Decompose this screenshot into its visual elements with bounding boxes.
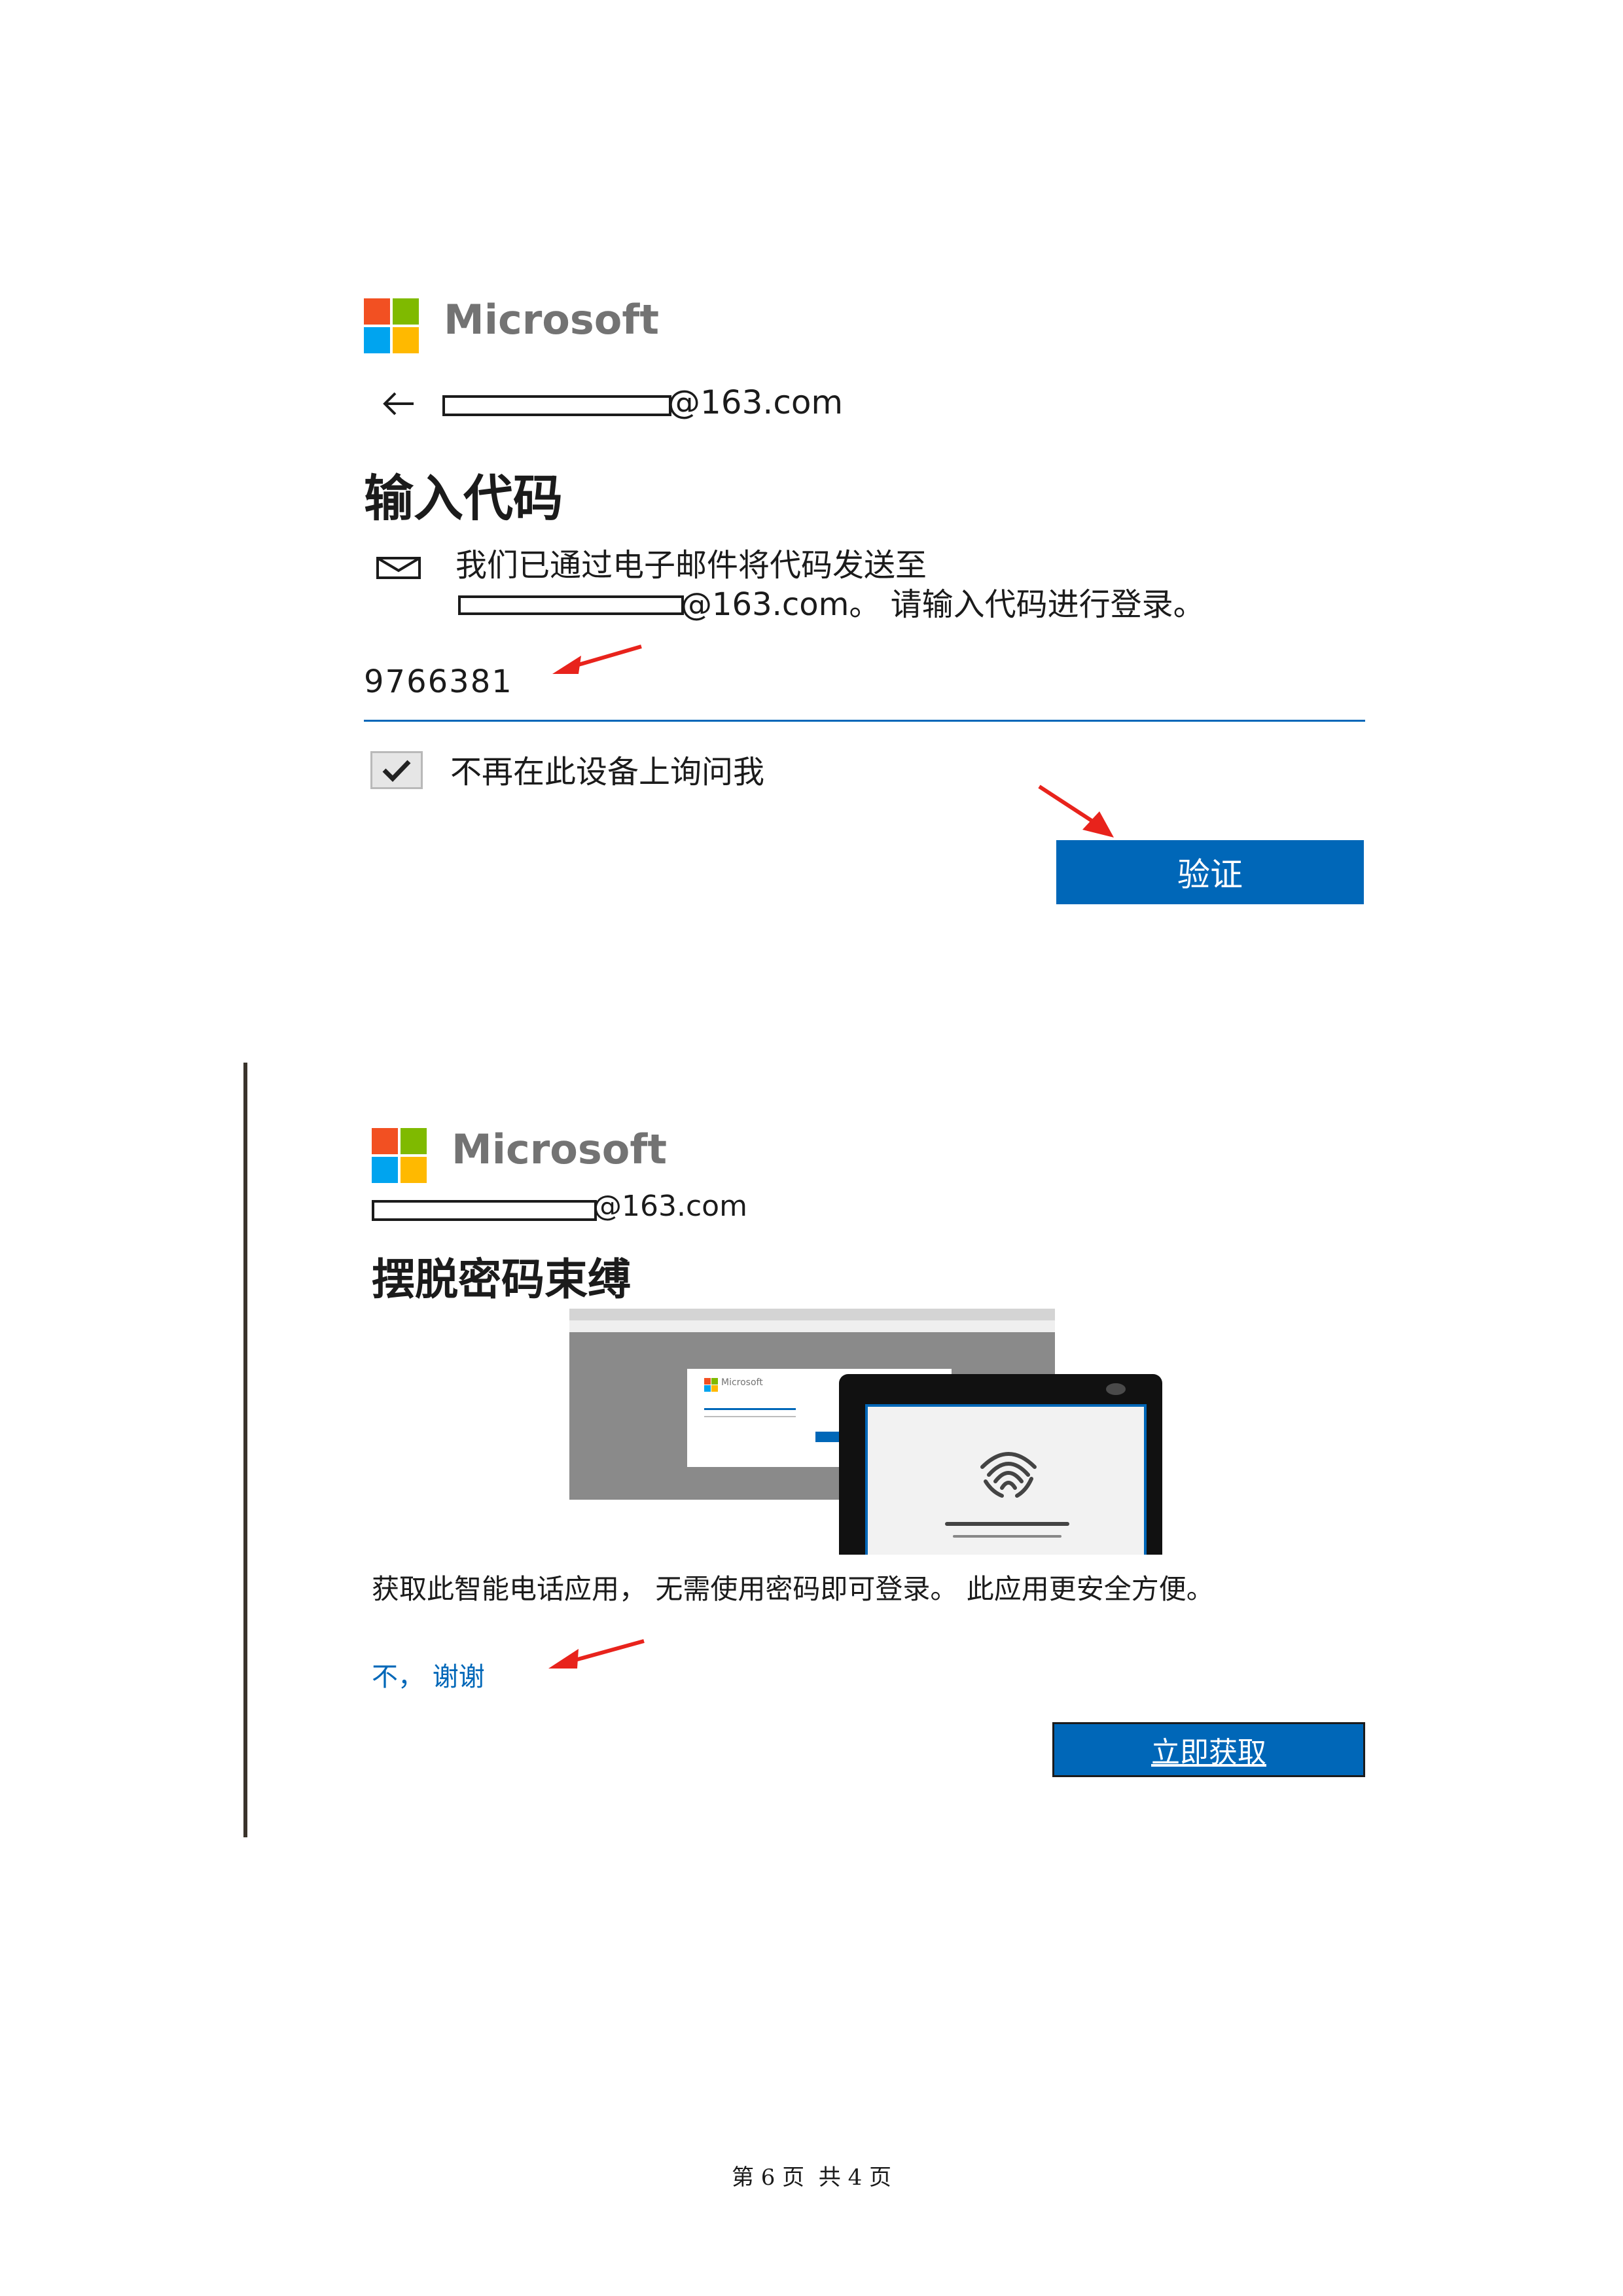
verify-button[interactable]: 验证 (1056, 840, 1364, 904)
scan-border-line (243, 1063, 247, 1837)
annotation-arrow-verify (1038, 785, 1114, 838)
no-thanks-link[interactable]: 不， 谢谢 (372, 1655, 485, 1693)
redacted-email-3 (372, 1200, 597, 1221)
annotation-arrow-code (552, 645, 642, 674)
get-now-label: 立即获取 (1151, 1736, 1266, 1769)
code-input[interactable]: 9766381 (364, 657, 1365, 722)
email-domain: @163.com (668, 383, 844, 421)
page-footer: 第 6 页 共 4 页 (731, 2164, 892, 2191)
brand-name: Microsoft (444, 296, 659, 344)
email-domain-2: @163.com (593, 1190, 747, 1223)
get-now-button[interactable]: 立即获取 (1052, 1722, 1365, 1777)
redacted-email (442, 395, 671, 416)
illustration-brand: Microsoft (721, 1377, 763, 1388)
checkbox-label: 不再在此设备上询问我 (450, 754, 765, 790)
illustration: Microsoft (569, 1309, 1171, 1557)
microsoft-logo-icon (364, 298, 419, 353)
message-line-1: 我们已通过电子邮件将代码发送至 (455, 547, 927, 584)
page-title-2: 摆脱密码束缚 (372, 1254, 631, 1305)
fingerprint-icon (980, 1452, 1037, 1498)
annotation-arrow-no-thanks (548, 1639, 645, 1669)
checkmark-icon (382, 760, 411, 782)
brand-name-2: Microsoft (452, 1125, 667, 1173)
phone-illustration (839, 1374, 1162, 1555)
redacted-email-2 (458, 595, 684, 615)
page-title: 输入代码 (364, 469, 563, 527)
promo-description: 获取此智能电话应用， 无需使用密码即可登录。 此应用更安全方便。 (372, 1573, 1214, 1605)
message-line-2: @163.com。 请输入代码进行登录。 (681, 586, 1205, 623)
dont-ask-checkbox[interactable] (370, 751, 423, 789)
microsoft-logo-icon-2 (372, 1128, 427, 1183)
code-value: 9766381 (364, 663, 513, 700)
back-arrow-icon[interactable] (378, 387, 418, 420)
mail-icon (376, 555, 421, 581)
